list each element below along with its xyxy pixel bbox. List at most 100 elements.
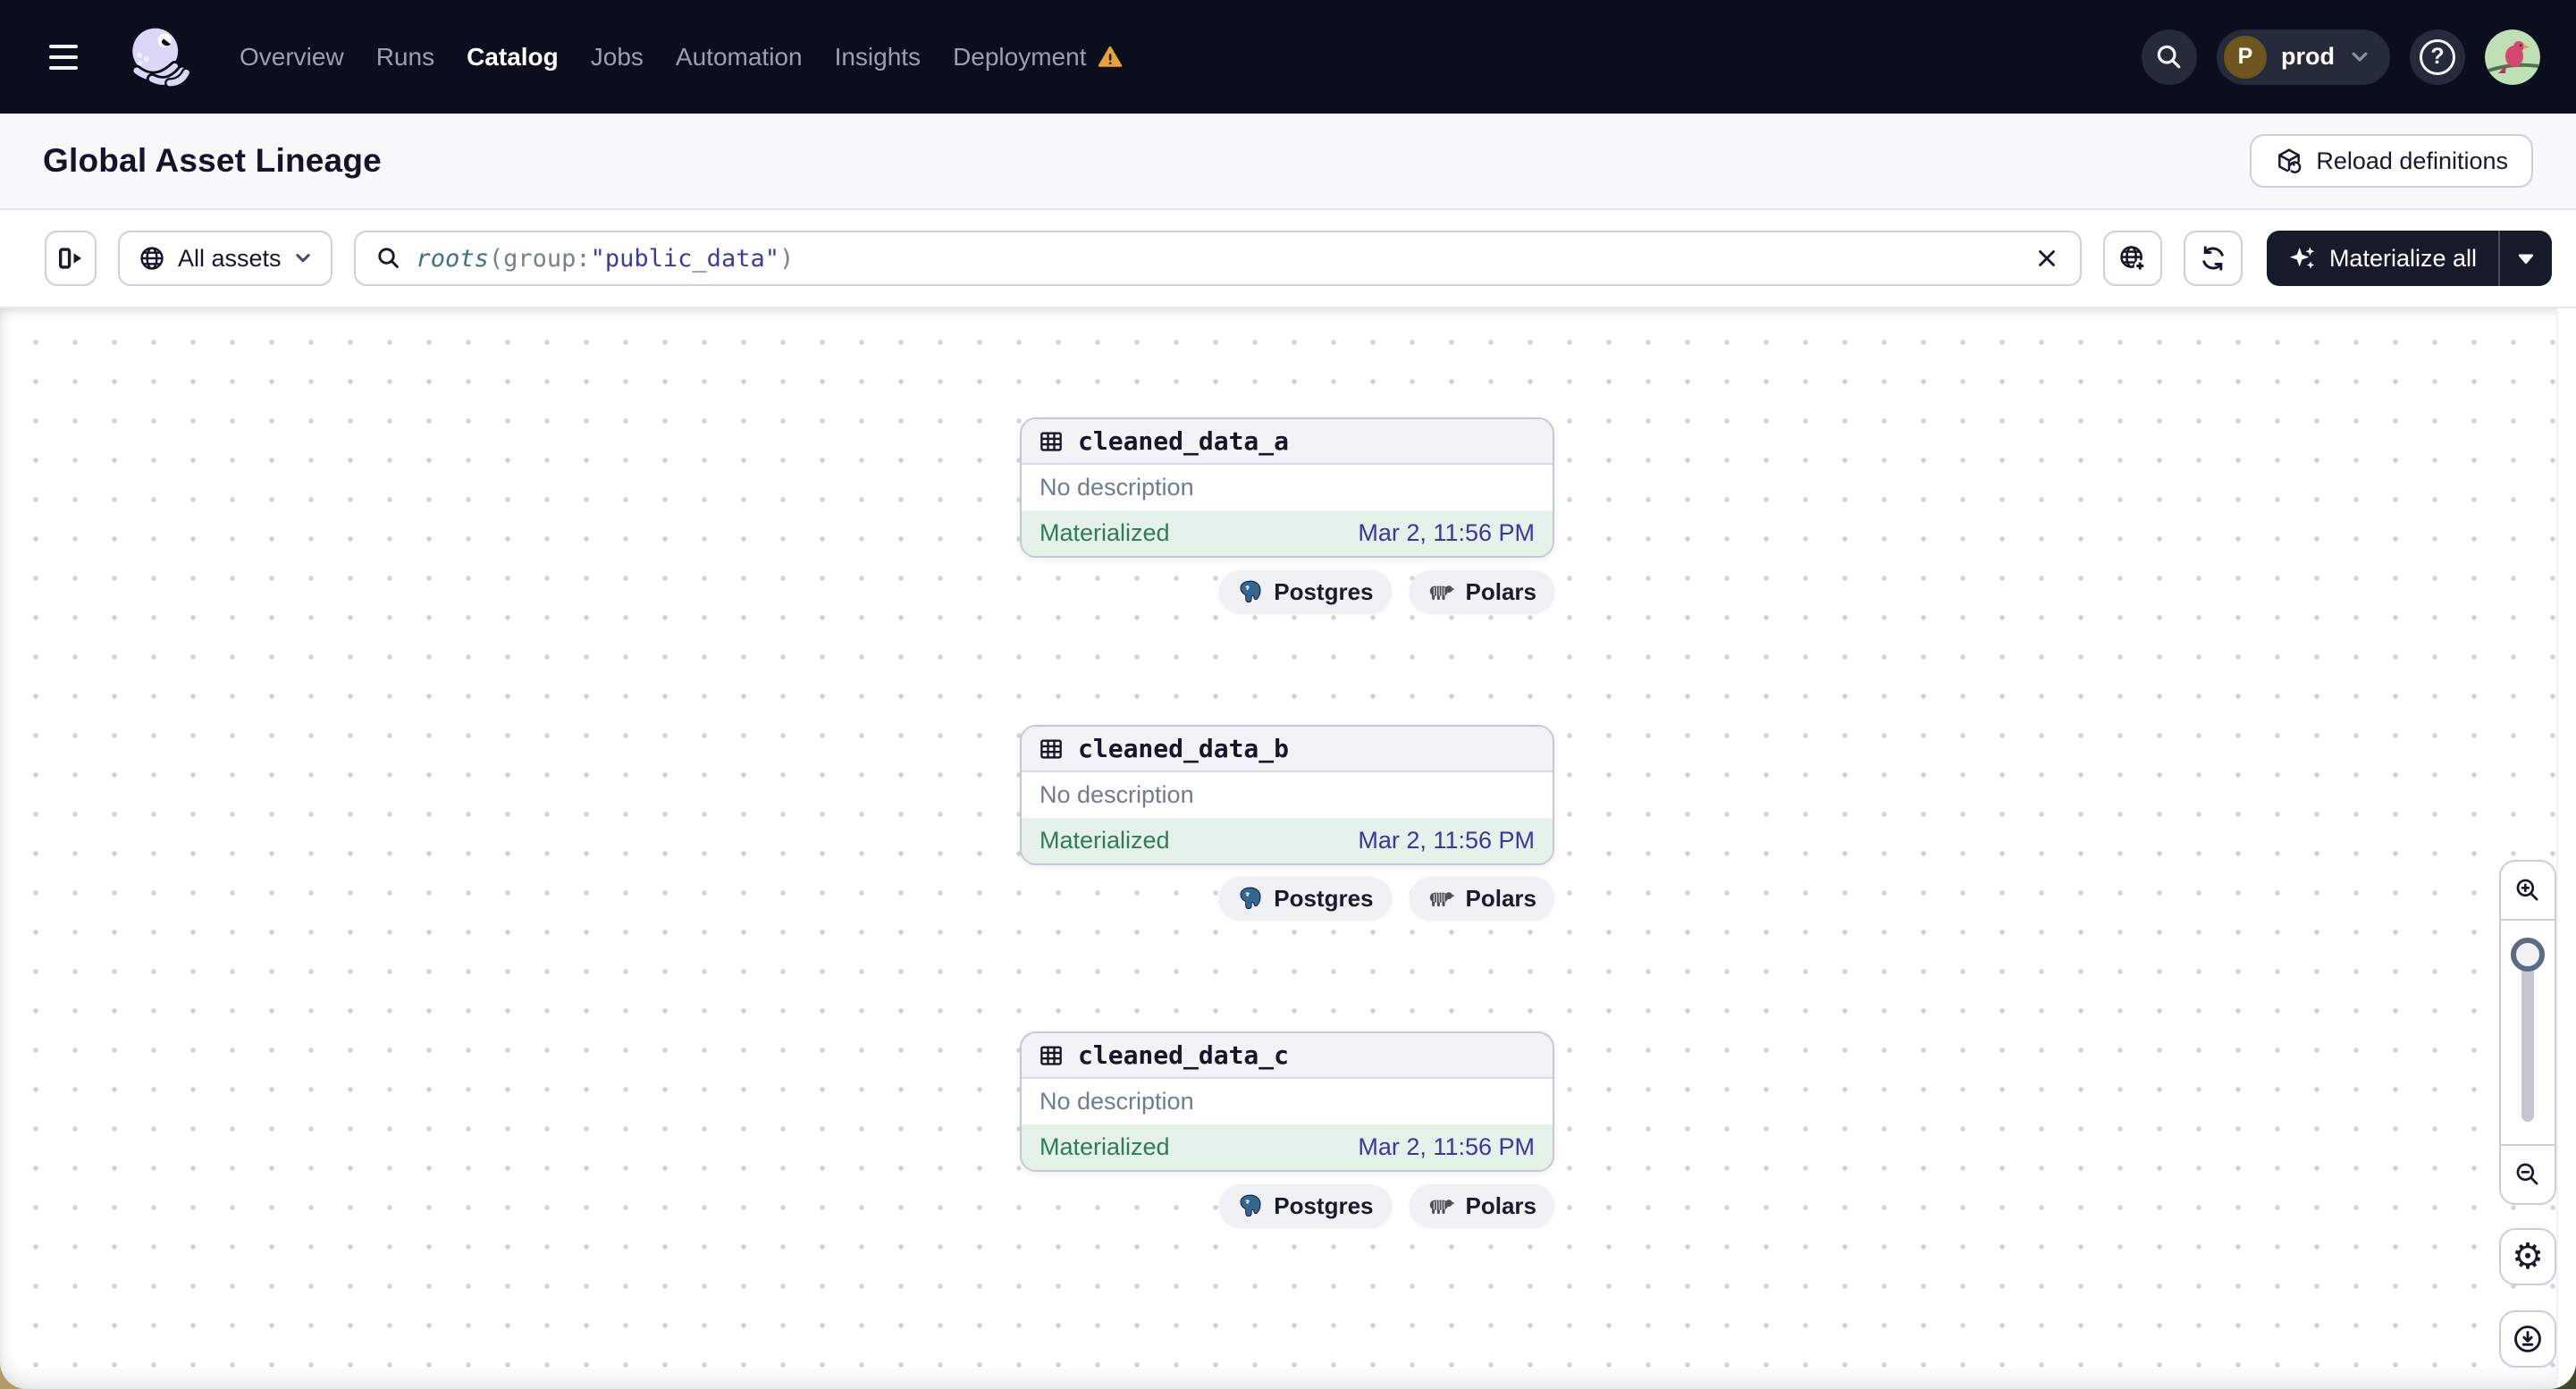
octopus-logo-graphic (130, 28, 190, 88)
asset-node-cleaned-data-a[interactable]: cleaned_data_a No description Materializ… (1020, 417, 1554, 558)
question-icon: ? (2420, 38, 2455, 75)
page-title: Global Asset Lineage (43, 142, 382, 179)
asset-status-row: Materialized Mar 2, 11:56 PM (1022, 1124, 1553, 1170)
asset-scope-dropdown[interactable]: All assets (118, 231, 333, 286)
tag-label: Polars (1465, 884, 1537, 912)
materialize-options-button[interactable] (2500, 231, 2552, 286)
new-scope-button[interactable] (2102, 231, 2162, 286)
dagster-logo-icon[interactable] (124, 19, 190, 96)
query-value: "public_data" (590, 244, 779, 273)
reload-definitions-button[interactable]: Reload definitions (2250, 134, 2533, 188)
asset-status-row: Materialized Mar 2, 11:56 PM (1022, 818, 1553, 863)
nav-item-insights[interactable]: Insights (835, 43, 922, 72)
refresh-graph-button[interactable] (2183, 231, 2243, 286)
table-icon (1040, 431, 1062, 451)
status-badge: Materialized (1040, 1133, 1170, 1160)
tag-postgres[interactable]: Postgres (1219, 877, 1392, 920)
polars-icon (1429, 892, 1455, 907)
globe-icon (140, 247, 164, 270)
tag-label: Postgres (1274, 884, 1374, 912)
asset-name: cleaned_data_c (1078, 1040, 1290, 1070)
asset-description: No description (1040, 1088, 1194, 1115)
reload-cube-icon (2278, 148, 2302, 173)
materialization-timestamp[interactable]: Mar 2, 11:56 PM (1358, 827, 1535, 854)
zoom-in-button[interactable] (2501, 862, 2555, 919)
nav-item-jobs[interactable]: Jobs (591, 43, 644, 72)
postgres-icon (1240, 887, 1261, 910)
table-icon (1040, 738, 1062, 759)
zoom-slider[interactable] (2501, 921, 2555, 1144)
chevron-down-icon (2352, 52, 2368, 62)
bird-avatar-icon (2485, 29, 2540, 85)
nav-label: Automation (675, 42, 803, 71)
chevron-down-icon (295, 254, 310, 263)
table-icon (1040, 1045, 1062, 1065)
tag-polars[interactable]: Polars (1409, 570, 1554, 613)
asset-search-input[interactable]: roots(group: "public_data") (353, 231, 2082, 286)
status-badge: Materialized (1040, 827, 1170, 854)
asset-node-cleaned-data-b[interactable]: cleaned_data_b No description Materializ… (1020, 725, 1554, 865)
refresh-icon (2202, 246, 2224, 271)
asset-card-header: cleaned_data_c (1022, 1033, 1553, 1079)
query-function: roots (416, 244, 489, 273)
query-paren: ( (488, 244, 504, 273)
postgres-icon (1240, 1194, 1261, 1217)
clear-search-button[interactable] (2033, 245, 2060, 272)
asset-card-header: cleaned_data_b (1022, 727, 1553, 772)
zoom-out-icon (2516, 1163, 2538, 1185)
polars-icon (1429, 585, 1455, 601)
status-badge: Materialized (1040, 519, 1170, 546)
query-key: group (503, 244, 577, 273)
query-colon: : (576, 244, 591, 273)
tag-label: Polars (1465, 1191, 1537, 1219)
tag-polars[interactable]: Polars (1409, 877, 1554, 920)
download-graph-button[interactable] (2499, 1310, 2556, 1368)
panel-expand-icon (58, 248, 82, 269)
zoom-out-button[interactable] (2501, 1146, 2555, 1203)
nav-item-automation[interactable]: Automation (676, 43, 803, 72)
nav-label: Runs (375, 42, 435, 71)
user-avatar[interactable] (2485, 29, 2540, 85)
lineage-toolbar: All assets roots(group: "public_data") M… (0, 210, 2576, 308)
query-paren: ) (779, 244, 795, 273)
asset-scope-label: All assets (178, 244, 282, 272)
zoom-slider-thumb[interactable] (2511, 938, 2545, 972)
asset-name: cleaned_data_b (1078, 734, 1290, 763)
environment-initial: P (2224, 35, 2267, 79)
materialization-timestamp[interactable]: Mar 2, 11:56 PM (1358, 1133, 1535, 1161)
tag-postgres[interactable]: Postgres (1219, 1184, 1392, 1227)
open-left-panel-button[interactable] (45, 231, 97, 286)
environment-switcher[interactable]: P prod (2217, 29, 2390, 85)
nav-label: Overview (240, 42, 344, 71)
tag-postgres[interactable]: Postgres (1219, 570, 1392, 613)
graph-surface[interactable]: cleaned_data_a No description Materializ… (0, 308, 2576, 1389)
tag-label: Postgres (1274, 577, 1374, 605)
materialize-all-button[interactable]: Materialize all (2267, 231, 2498, 286)
tag-polars[interactable]: Polars (1409, 1184, 1554, 1227)
nav-item-deployment[interactable]: Deployment (953, 43, 1124, 72)
nav-item-overview[interactable]: Overview (240, 43, 344, 72)
scrollbar-gutter[interactable] (2556, 308, 2576, 1389)
nav-label: Deployment (953, 42, 1087, 71)
nav-label: Catalog (467, 42, 559, 71)
nav-label: Jobs (590, 42, 644, 71)
graph-settings-button[interactable]: ⚙ (2499, 1228, 2556, 1285)
asset-tags-row: Postgres Polars (1020, 877, 1554, 920)
search-button[interactable] (2142, 29, 2197, 85)
materialization-timestamp[interactable]: Mar 2, 11:56 PM (1358, 519, 1535, 547)
search-icon (2157, 45, 2181, 68)
environment-name: prod (2281, 43, 2335, 70)
nav-item-runs[interactable]: Runs (376, 43, 434, 72)
asset-node-cleaned-data-c[interactable]: cleaned_data_c No description Materializ… (1020, 1031, 1554, 1172)
postgres-icon (1240, 580, 1261, 603)
nav-label: Insights (834, 42, 922, 71)
nav-item-catalog[interactable]: Catalog (467, 43, 559, 72)
zoom-in-icon (2516, 879, 2538, 901)
top-navbar: Overview Runs Catalog Jobs Automation In… (0, 0, 2576, 114)
help-button[interactable]: ? (2410, 29, 2465, 85)
warning-icon (1099, 46, 1123, 67)
asset-name: cleaned_data_a (1078, 426, 1290, 456)
materialize-all-label: Materialize all (2328, 244, 2477, 272)
zoom-control-panel (2499, 860, 2556, 1205)
menu-icon[interactable] (49, 38, 88, 77)
